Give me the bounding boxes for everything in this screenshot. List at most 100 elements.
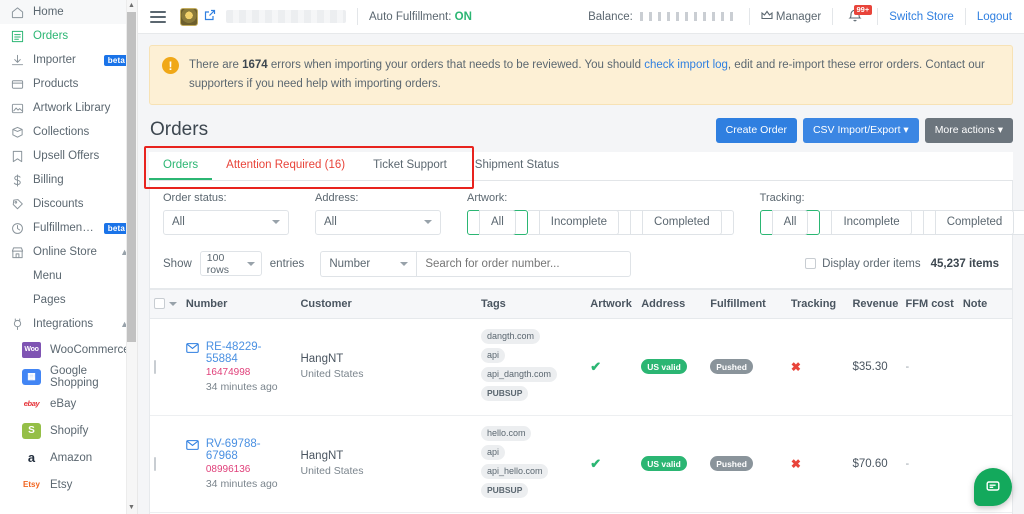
- row-checkbox[interactable]: [154, 456, 156, 471]
- csv-import-export-button[interactable]: CSV Import/Export ▾: [802, 117, 919, 143]
- tab-attention-required-16[interactable]: Attention Required (16): [212, 152, 359, 180]
- sidebar-item-billing[interactable]: Billing: [0, 168, 137, 192]
- cross-icon: ✖: [790, 456, 801, 471]
- select-all-checkbox[interactable]: [154, 298, 165, 310]
- tracking-label: Tracking:: [759, 191, 805, 204]
- address-select[interactable]: All: [315, 209, 441, 235]
- page-actions: Create Order CSV Import/Export ▾ More ac…: [715, 117, 1013, 143]
- column-header-fulfillment[interactable]: Fulfillment: [706, 288, 787, 319]
- column-header-artwork[interactable]: Artwork: [586, 288, 638, 319]
- tag-chip: PUBSUP: [480, 385, 529, 401]
- tab-ticket-support[interactable]: Ticket Support: [359, 152, 461, 180]
- import-icon: [10, 53, 24, 67]
- column-header-address[interactable]: Address: [637, 288, 707, 319]
- column-header-tags[interactable]: Tags: [476, 288, 587, 319]
- sidebar-item-home[interactable]: Home: [0, 0, 137, 24]
- column-header-customer[interactable]: Customer: [296, 288, 477, 319]
- sidebar-integration-shopify[interactable]: S Shopify: [0, 417, 137, 444]
- eb-logo-icon: ebay: [22, 395, 41, 412]
- external-link-icon[interactable]: [204, 9, 216, 24]
- column-header-ffm-cost[interactable]: FFM cost: [901, 288, 959, 319]
- address-cell: US valid: [637, 415, 707, 513]
- artwork-filter: Artwork: All Incomplete Completed: [467, 192, 734, 235]
- customer-cell: HangNT United States: [296, 415, 477, 513]
- sidebar-item-products[interactable]: Products: [0, 72, 137, 96]
- sidebar-subitem-pages[interactable]: Pages: [0, 288, 137, 312]
- sidebar-item-fulfillment-health[interactable]: Fulfillment Healthbeta: [0, 216, 137, 240]
- column-header-number[interactable]: Number: [181, 288, 297, 319]
- logout-link[interactable]: Logout: [977, 11, 1012, 23]
- sidebar: Home Orders Importer beta Products Artwork Li…: [0, 0, 138, 514]
- create-order-button[interactable]: Create Order: [715, 117, 797, 143]
- email-icon[interactable]: [186, 439, 199, 453]
- sidebar-integration-google-shopping[interactable]: ▦ Google Shopping: [0, 363, 137, 390]
- scroll-down-arrow[interactable]: ▼: [127, 502, 136, 514]
- dollar-icon: [10, 173, 24, 187]
- switch-store-link[interactable]: Switch Store: [889, 11, 954, 23]
- tab-shipment-status[interactable]: Shipment Status: [461, 152, 573, 180]
- sidebar-item-discounts[interactable]: Discounts: [0, 192, 137, 216]
- hamburger-menu-icon[interactable]: [150, 10, 166, 23]
- column-header-tracking[interactable]: Tracking: [786, 288, 849, 319]
- artwork-option-all[interactable]: All: [467, 209, 528, 235]
- order-number-link[interactable]: RE-48229-55884: [206, 341, 293, 365]
- tracking-option-incomplete[interactable]: Incomplete: [820, 209, 924, 235]
- artwork-option-completed[interactable]: Completed: [631, 209, 734, 235]
- sidebar-item-orders[interactable]: Orders: [0, 24, 137, 48]
- table-row[interactable]: RE-48229-55884 16474998 34 minutes ago Hang…: [150, 318, 1012, 416]
- manager-button[interactable]: Manager: [761, 10, 821, 23]
- upsell-icon: [10, 149, 24, 163]
- more-actions-button[interactable]: More actions ▾: [924, 117, 1013, 143]
- column-header-label: Address: [641, 297, 686, 310]
- integration-label: Etsy: [50, 478, 73, 491]
- sidebar-integration-woocommerce[interactable]: Woo WooCommerce: [0, 336, 137, 363]
- order-status-value: All: [172, 216, 185, 229]
- chat-widget-button[interactable]: [974, 468, 1012, 506]
- sidebar-item-importer[interactable]: Importer beta: [0, 48, 137, 72]
- order-status-select[interactable]: All: [163, 209, 289, 235]
- display-order-items-checkbox[interactable]: [805, 258, 817, 270]
- column-header-revenue[interactable]: Revenue: [848, 288, 902, 319]
- search-input[interactable]: [416, 250, 632, 277]
- woo-logo-icon: Woo: [22, 341, 41, 358]
- notifications-button[interactable]: 99+: [844, 4, 873, 28]
- chevron-down-icon: [400, 261, 409, 266]
- page-header: Orders Create Order CSV Import/Export ▾ …: [149, 117, 1013, 143]
- store-name-redacted: [226, 10, 346, 23]
- sidebar-item-label: Collections: [33, 126, 90, 138]
- sidebar-subitem-menu[interactable]: Menu: [0, 264, 137, 288]
- auto-fulfillment-value: ON: [454, 10, 472, 23]
- search-field-select[interactable]: Number: [320, 250, 417, 277]
- rows-per-page-select[interactable]: 100 rows: [199, 251, 262, 277]
- note-cell: [958, 318, 1012, 416]
- orders-table-wrapper: Number Customer Tags Artwork Address Fulfillm…: [149, 288, 1013, 514]
- tracking-option-completed[interactable]: Completed: [923, 209, 1024, 235]
- tracking-cell: ✖: [786, 318, 849, 416]
- order-number-link[interactable]: RV-69788-67968: [206, 438, 293, 462]
- filters-panel: Order status: All Address: All Artwork: …: [149, 180, 1024, 289]
- table-row[interactable]: RV-69788-67968 08996136 34 minutes ago Hang…: [150, 415, 1012, 513]
- artwork-option-incomplete[interactable]: Incomplete: [527, 209, 632, 235]
- sidebar-integration-ebay[interactable]: ebay eBay: [0, 390, 137, 417]
- row-checkbox[interactable]: [154, 359, 156, 374]
- filters-row: Order status: All Address: All Artwork: …: [150, 181, 1024, 247]
- tracking-option-all[interactable]: All: [759, 209, 821, 235]
- scroll-up-arrow[interactable]: ▲: [127, 0, 136, 12]
- ffm-cost-cell: -: [901, 415, 959, 513]
- sidebar-item-collections[interactable]: Collections: [0, 120, 137, 144]
- sidebar-integration-amazon[interactable]: a Amazon: [0, 444, 137, 471]
- email-icon[interactable]: [186, 342, 199, 356]
- tab-orders[interactable]: Orders: [149, 152, 213, 180]
- sidebar-item-online-store[interactable]: Online Store ▲: [0, 240, 137, 264]
- sidebar-integration-etsy[interactable]: Etsy Etsy: [0, 471, 137, 498]
- check-import-log-link[interactable]: check import log: [644, 59, 728, 71]
- sidebar-item-integrations[interactable]: Integrations ▲: [0, 312, 137, 336]
- sidebar-scroll-thumb[interactable]: [127, 12, 136, 342]
- column-header-note[interactable]: Note: [958, 288, 1012, 319]
- store-logo: [180, 7, 198, 26]
- sidebar-item-label: Fulfillment Health: [33, 222, 95, 234]
- chevron-down-icon[interactable]: [169, 301, 177, 306]
- sidebar-item-upsell-offers[interactable]: Upsell Offers: [0, 144, 137, 168]
- sidebar-item-artwork-library[interactable]: Artwork Library: [0, 96, 137, 120]
- sidebar-scrollbar[interactable]: ▲ ▼: [126, 0, 137, 514]
